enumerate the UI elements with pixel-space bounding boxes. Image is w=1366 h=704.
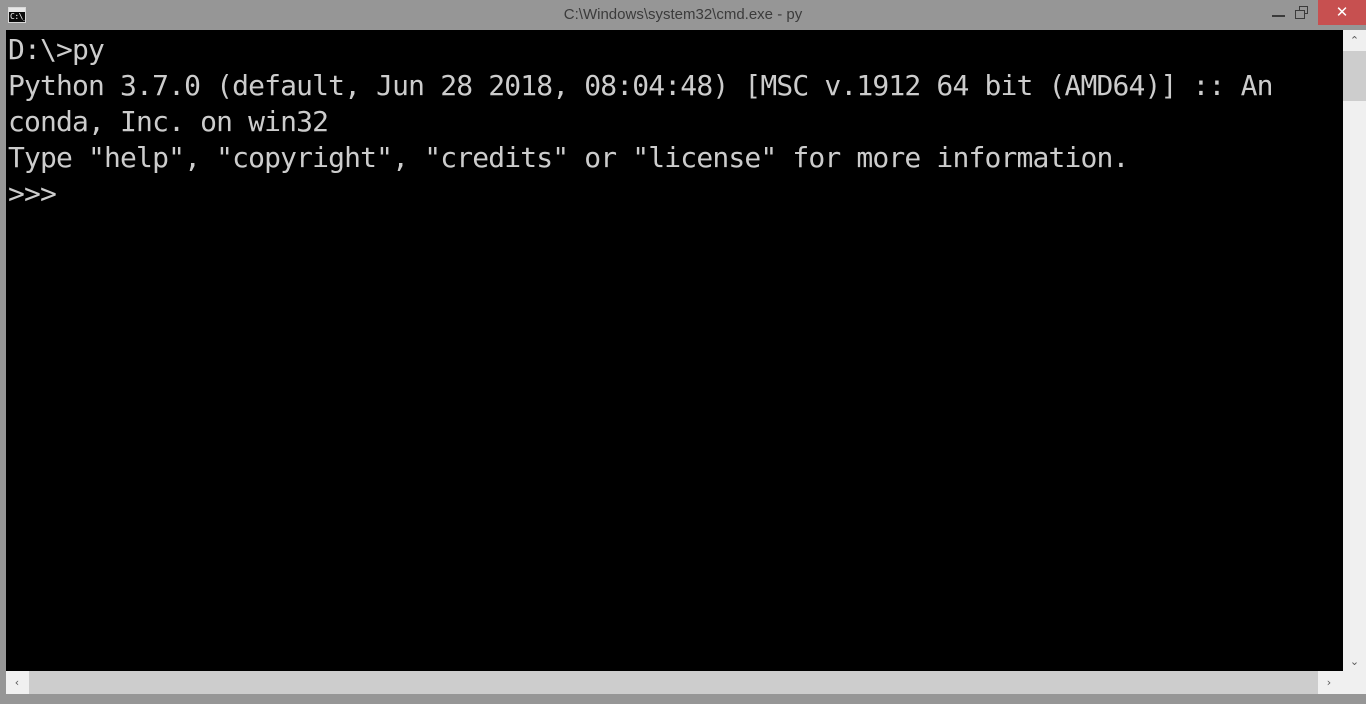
window-frame-bottom [0,694,1366,704]
vertical-scroll-thumb[interactable] [1343,51,1366,101]
close-button[interactable]: ✕ [1318,0,1366,25]
cmd-window: C:\_ C:\Windows\system32\cmd.exe - py ✕ … [0,0,1366,704]
chevron-left-icon: ‹ [14,676,20,689]
scroll-left-button[interactable]: ‹ [6,671,28,694]
close-icon: ✕ [1335,3,1349,21]
chevron-down-icon: ⌄ [1349,654,1360,668]
restore-icon [1295,6,1309,19]
console-text: D:\>py Python 3.7.0 (default, Jun 28 201… [8,33,1273,210]
minimize-icon [1271,15,1285,17]
console-output-area[interactable]: D:\>py Python 3.7.0 (default, Jun 28 201… [6,30,1343,671]
scroll-up-button[interactable]: ⌃ [1343,30,1366,50]
window-title: C:\Windows\system32\cmd.exe - py [563,6,803,23]
restore-button[interactable] [1286,0,1318,25]
horizontal-scroll-thumb[interactable] [29,671,1318,694]
chevron-right-icon: › [1326,676,1332,689]
chevron-up-icon: ⌃ [1349,33,1360,47]
scroll-right-button[interactable]: › [1318,671,1340,694]
scroll-down-button[interactable]: ⌄ [1343,651,1366,671]
title-bar[interactable]: C:\_ C:\Windows\system32\cmd.exe - py ✕ [0,0,1366,29]
vertical-scrollbar[interactable]: ⌃ ⌄ [1343,30,1366,671]
horizontal-scrollbar[interactable]: ‹ › [6,671,1366,694]
